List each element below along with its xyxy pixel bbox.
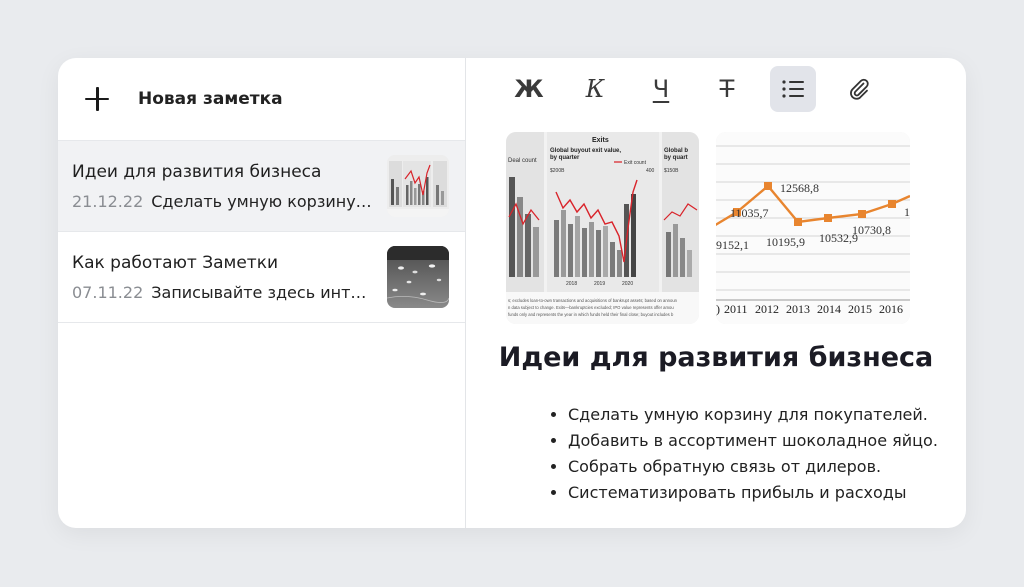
point-label-9152: 9152,1: [716, 238, 749, 252]
list-divider: [58, 322, 465, 323]
left-axis-label: Deal count: [508, 158, 537, 164]
right-chart-title-1: Global b: [664, 148, 688, 154]
note-preview: Записывайте здесь инте...: [151, 282, 372, 302]
right-chart-title-2: by quart: [664, 155, 688, 161]
x-label-2014: 2014: [817, 302, 841, 316]
notes-sidebar: Новая заметка Идеи для развития бизнеса …: [58, 58, 466, 528]
x-label-fragment: ): [716, 302, 720, 316]
italic-button[interactable]: К: [572, 66, 618, 112]
note-title: Идеи для развития бизнеса: [72, 161, 322, 182]
chart-subtitle-1: Global buyout exit value,: [550, 148, 621, 154]
list-icon: [781, 79, 805, 99]
chart-subtitle-2: by quarter: [550, 155, 580, 161]
chart-thumbnail: [387, 155, 449, 217]
y-axis-left-top: $200B: [550, 168, 565, 174]
paperclip-icon: [847, 77, 871, 101]
year-label-2018: 2018: [566, 281, 577, 287]
note-editor: Ж К Ч Т Deal count Exits Global buyout e…: [466, 58, 966, 528]
bold-button[interactable]: Ж: [506, 66, 552, 112]
x-label-2011: 2011: [724, 302, 748, 316]
note-bullet-list[interactable]: Сделать умную корзину для покупателей. Д…: [550, 402, 938, 506]
list-item[interactable]: Сделать умную корзину для покупателей.: [568, 402, 938, 428]
underline-button[interactable]: Ч: [638, 66, 684, 112]
x-label-2012: 2012: [755, 302, 779, 316]
year-label-2019: 2019: [594, 281, 605, 287]
format-toolbar: Ж К Ч Т: [506, 66, 902, 112]
note-list-item-how-notes-work[interactable]: Как работают Заметки 07.11.22 Записывайте…: [58, 231, 465, 322]
note-preview: Сделать умную корзину ...: [151, 191, 372, 211]
note-list-item-business-ideas[interactable]: Идеи для развития бизнеса 21.12.22 Сделат…: [58, 140, 465, 231]
attached-image-line-chart[interactable]: 9152,1 11035,7 12568,8 10195,9 10532,9 1…: [716, 132, 910, 324]
year-label-2020: 2020: [622, 281, 633, 287]
point-label-cut: 1: [904, 205, 910, 219]
point-label-10730: 10730,8: [852, 223, 891, 237]
note-date: 21.12.22: [72, 191, 144, 211]
strikethrough-button[interactable]: Т: [704, 66, 750, 112]
chart-footnote-1: s; excludes loan-to-own transactions and…: [508, 298, 678, 303]
y-axis-right-top: 400: [646, 168, 655, 174]
chart-footnote-3: funds only and represents the year in wh…: [508, 312, 674, 317]
note-title-heading[interactable]: Идеи для развития бизнеса: [466, 342, 966, 373]
chart-legend: Exit count: [624, 160, 647, 166]
notes-window: Новая заметка Идеи для развития бизнеса …: [58, 58, 966, 528]
new-note-label: Новая заметка: [138, 89, 283, 109]
attached-images: Deal count Exits Global buyout exit valu…: [506, 132, 910, 324]
attach-button[interactable]: [836, 66, 882, 112]
chart-heading: Exits: [592, 137, 609, 144]
photo-thumbnail: [387, 246, 449, 308]
note-date: 07.11.22: [72, 282, 144, 302]
chart-footnote-2: n data subject to change. Exits—bankrupt…: [508, 305, 674, 310]
plus-icon: [82, 84, 112, 114]
point-label-10195: 10195,9: [766, 235, 805, 249]
bulleted-list-button[interactable]: [770, 66, 816, 112]
list-item[interactable]: Добавить в ассортимент шоколадное яйцо.: [568, 428, 938, 454]
x-label-2015: 2015: [848, 302, 872, 316]
x-label-2013: 2013: [786, 302, 810, 316]
note-title: Как работают Заметки: [72, 252, 279, 273]
note-text: Идеи для развития бизнеса 21.12.22 Сделат…: [72, 162, 373, 211]
new-note-button[interactable]: Новая заметка: [58, 58, 465, 140]
note-preview-line: 21.12.22 Сделать умную корзину ...: [72, 192, 372, 211]
point-label-11035: 11035,7: [730, 206, 769, 220]
note-text: Как работают Заметки 07.11.22 Записывайте…: [72, 253, 373, 302]
note-preview-line: 07.11.22 Записывайте здесь инте...: [72, 283, 372, 302]
right-y-axis-top: $150B: [664, 168, 679, 174]
list-item[interactable]: Систематизировать прибыль и расходы: [568, 480, 938, 506]
point-label-12568: 12568,8: [780, 181, 819, 195]
list-item[interactable]: Собрать обратную связь от дилеров.: [568, 454, 938, 480]
x-label-2016: 2016: [879, 302, 903, 316]
attached-image-exits-chart[interactable]: Deal count Exits Global buyout exit valu…: [506, 132, 699, 324]
